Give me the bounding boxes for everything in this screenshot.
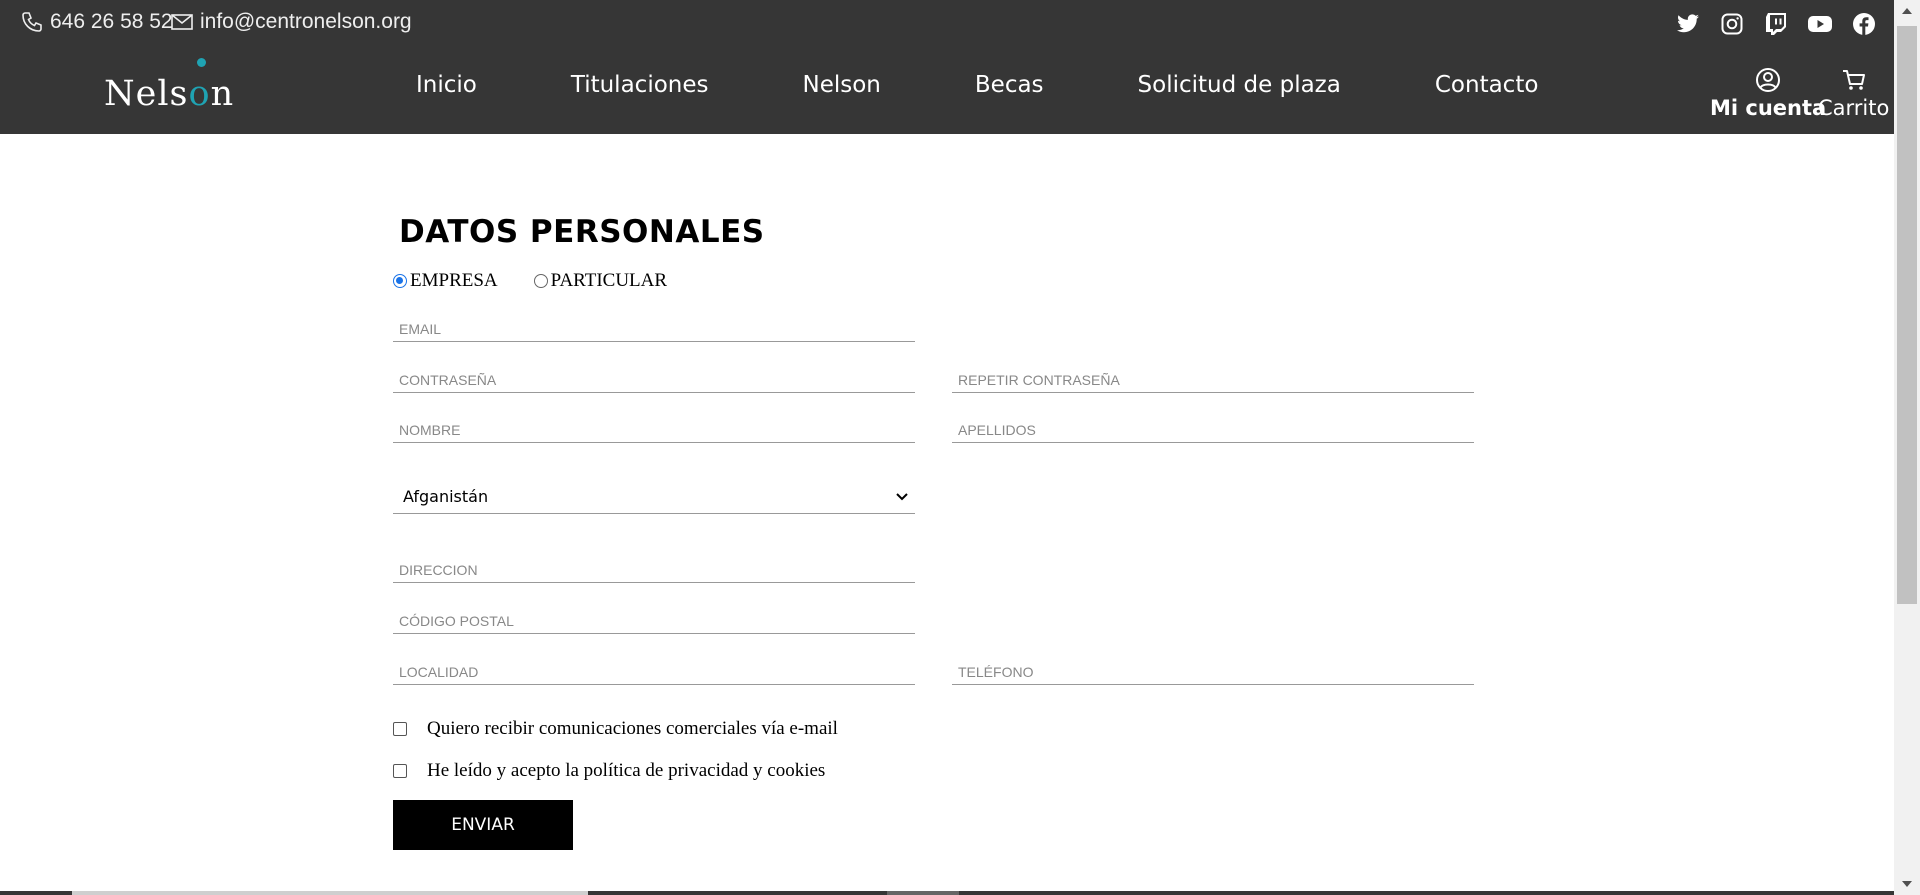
site-logo[interactable]: Nelso n	[104, 58, 234, 114]
surname-field[interactable]: APELLIDOS	[952, 415, 1474, 443]
radio-button-selected[interactable]	[393, 274, 407, 288]
youtube-icon[interactable]	[1806, 10, 1834, 38]
scroll-thumb[interactable]	[1897, 26, 1917, 604]
email-field[interactable]: EMAIL	[393, 314, 915, 342]
country-selected-value: Afganistán	[403, 487, 489, 506]
twitter-icon[interactable]	[1674, 10, 1702, 38]
postal-code-placeholder: CÓDIGO POSTAL	[399, 613, 514, 629]
radio-particular-label: PARTICULAR	[550, 270, 668, 291]
marketing-checkbox[interactable]	[393, 722, 407, 736]
radio-particular[interactable]: PARTICULAR	[533, 270, 668, 292]
twitch-icon[interactable]	[1762, 10, 1790, 38]
privacy-label: He leído y acepto la política de privaci…	[427, 760, 826, 781]
nav-titulaciones[interactable]: Titulaciones	[571, 72, 709, 98]
footer-edge	[0, 891, 1894, 895]
nav-inicio[interactable]: Inicio	[416, 72, 477, 98]
password-placeholder: CONTRASEÑA	[399, 372, 497, 388]
repeat-password-field[interactable]: REPETIR CONTRASEÑA	[952, 365, 1474, 393]
instagram-icon[interactable]	[1718, 10, 1746, 38]
email-placeholder: EMAIL	[399, 321, 442, 337]
footer-segment	[72, 891, 588, 895]
address-field[interactable]: DIRECCION	[393, 555, 915, 583]
locality-placeholder: LOCALIDAD	[399, 664, 479, 680]
phone-icon	[22, 12, 42, 32]
cart-link[interactable]: Carrito	[1818, 66, 1889, 120]
radio-button[interactable]	[533, 274, 548, 288]
country-select[interactable]: Afganistán	[393, 480, 915, 514]
social-links	[1674, 10, 1878, 38]
password-field[interactable]: CONTRASEÑA	[393, 365, 915, 393]
phone-placeholder: TELÉFONO	[958, 664, 1034, 680]
nav-nelson[interactable]: Nelson	[803, 72, 881, 98]
surname-placeholder: APELLIDOS	[958, 422, 1036, 438]
nav-becas[interactable]: Becas	[975, 72, 1044, 98]
email-contact[interactable]: info@centronelson.org	[170, 10, 412, 34]
cart-label: Carrito	[1818, 96, 1890, 120]
footer-segment	[887, 891, 959, 895]
account-label: Mi cuenta	[1710, 96, 1827, 120]
nav-solicitud-de-plaza[interactable]: Solicitud de plaza	[1138, 72, 1341, 98]
main-nav: Inicio Titulaciones Nelson Becas Solicit…	[416, 72, 1538, 98]
site-header: 646 26 58 52 info@centronelson.org Nelso…	[0, 0, 1894, 134]
privacy-consent[interactable]: He leído y acepto la política de privaci…	[393, 760, 825, 782]
cart-icon	[1842, 70, 1865, 90]
phone-number[interactable]: 646 26 58 52	[50, 10, 173, 34]
user-circle-icon	[1756, 68, 1781, 92]
email-address[interactable]: info@centronelson.org	[200, 10, 412, 34]
locality-field[interactable]: LOCALIDAD	[393, 657, 915, 685]
repeat-password-placeholder: REPETIR CONTRASEÑA	[958, 372, 1120, 388]
form-title: DATOS PERSONALES	[399, 214, 765, 250]
chevron-down-icon	[896, 492, 908, 500]
customer-type-radios: EMPRESA PARTICULAR	[393, 270, 667, 292]
postal-code-field[interactable]: CÓDIGO POSTAL	[393, 606, 915, 634]
nav-contacto[interactable]: Contacto	[1435, 72, 1539, 98]
radio-empresa[interactable]: EMPRESA	[393, 270, 498, 292]
vertical-scrollbar[interactable]	[1894, 0, 1920, 895]
phone-field[interactable]: TELÉFONO	[952, 657, 1474, 685]
name-placeholder: NOMBRE	[399, 422, 461, 438]
phone-contact[interactable]: 646 26 58 52	[20, 10, 173, 34]
account-link[interactable]: Mi cuenta	[1710, 66, 1826, 120]
address-placeholder: DIRECCION	[399, 562, 478, 578]
scroll-up-arrow[interactable]	[1902, 8, 1912, 14]
facebook-icon[interactable]	[1850, 10, 1878, 38]
radio-empresa-label: EMPRESA	[410, 270, 498, 291]
privacy-checkbox[interactable]	[393, 764, 407, 778]
submit-button[interactable]: ENVIAR	[393, 800, 573, 850]
scroll-down-arrow[interactable]	[1902, 881, 1912, 887]
mail-icon	[171, 14, 193, 30]
name-field[interactable]: NOMBRE	[393, 415, 915, 443]
marketing-label: Quiero recibir comunicaciones comerciale…	[427, 718, 838, 739]
marketing-consent[interactable]: Quiero recibir comunicaciones comerciale…	[393, 718, 838, 740]
